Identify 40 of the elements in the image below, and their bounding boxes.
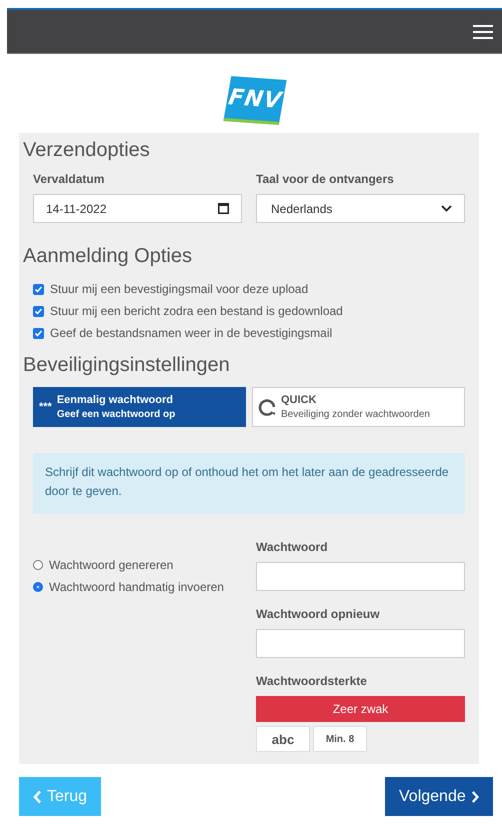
menu-icon[interactable] bbox=[473, 24, 493, 38]
field-label: Vervaldatum bbox=[33, 172, 106, 186]
option-subtitle: Beveiliging zonder wachtwoorden bbox=[281, 409, 430, 420]
security-option-tab[interactable]: QUICK Beveiliging zonder wachtwoorden bbox=[252, 387, 465, 427]
password-field[interactable] bbox=[256, 629, 465, 658]
option-title: Eenmalig wachtwoord bbox=[56, 394, 174, 406]
password-field[interactable] bbox=[256, 562, 465, 591]
requirement-badge: Min. 8 bbox=[313, 726, 367, 752]
field-label: Taal voor de ontvangers bbox=[256, 172, 395, 186]
checkbox-label: Geef de bestandsnamen weer in de bevestigingsmail bbox=[50, 326, 332, 340]
next-button[interactable]: Volgende bbox=[385, 777, 493, 816]
field-label: Wachtwoord opnieuw bbox=[256, 607, 381, 621]
checkbox[interactable] bbox=[33, 284, 44, 294]
requirement-badge: abc bbox=[256, 726, 310, 752]
option-title: QUICK bbox=[281, 394, 318, 406]
radio-button[interactable] bbox=[33, 560, 43, 570]
calendar-icon[interactable] bbox=[218, 203, 229, 214]
asterisks-icon: *** bbox=[39, 401, 52, 413]
chevron-left-icon bbox=[33, 790, 42, 804]
checkbox[interactable] bbox=[33, 306, 44, 316]
field-label: Wachtwoordsterkte bbox=[256, 674, 368, 688]
checkbox-label: Stuur mij een bevestigingsmail voor deze upload bbox=[50, 282, 308, 296]
radio-label: Wachtwoord genereren bbox=[49, 558, 174, 572]
section-title: Aanmelding Opties bbox=[23, 245, 193, 268]
language-select[interactable]: Nederlands bbox=[256, 194, 465, 223]
date-field[interactable]: 14-11-2022 bbox=[33, 194, 242, 223]
option-subtitle: Geef een wachtwoord op bbox=[56, 409, 176, 420]
radio-label: Wachtwoord handmatig invoeren bbox=[49, 580, 224, 594]
checkbox[interactable] bbox=[33, 328, 44, 338]
ring-icon bbox=[258, 398, 276, 416]
section-title: Verzendopties bbox=[23, 139, 151, 162]
info-message: Schrijf dit wachtwoord op of onthoud het om het later aan de geadresseerde door te geven. bbox=[33, 453, 465, 514]
section-title: Beveiligingsinstellingen bbox=[23, 354, 231, 377]
chevron-down-icon bbox=[441, 205, 452, 212]
field-label: Wachtwoord bbox=[256, 540, 329, 554]
strength-bar: Zeer zwak bbox=[256, 696, 465, 722]
radio-button[interactable] bbox=[33, 582, 43, 592]
logo: FNV bbox=[222, 76, 286, 125]
checkbox-label: Stuur mij een bericht zodra een bestand is gedownload bbox=[50, 304, 343, 318]
chevron-right-icon bbox=[470, 790, 479, 804]
